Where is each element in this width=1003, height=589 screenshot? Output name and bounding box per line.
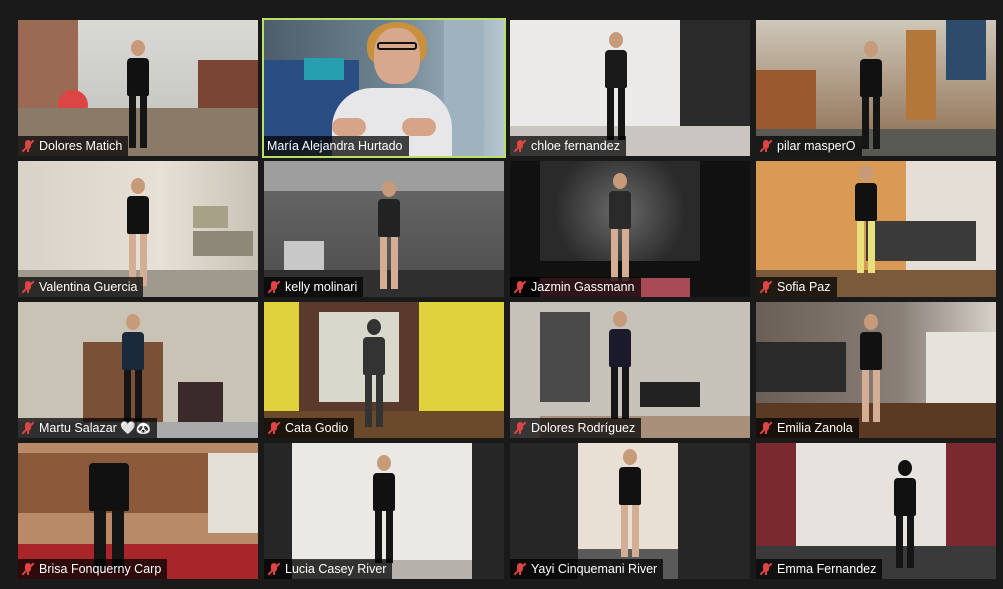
participant-nameplate: María Alejandra Hurtado: [264, 136, 409, 156]
mic-muted-icon: [759, 562, 773, 576]
participant-nameplate: Dolores Rodríguez: [510, 418, 642, 438]
video-tile[interactable]: Emma Fernandez: [756, 443, 996, 579]
mic-muted-icon: [267, 280, 281, 294]
participant-nameplate: Martu Salazar 🤍🐼: [18, 418, 158, 438]
mic-muted-icon: [513, 421, 527, 435]
video-tile[interactable]: pilar masperO: [756, 20, 996, 156]
video-tile[interactable]: Valentina Guercia: [18, 161, 258, 297]
participant-nameplate: Emma Fernandez: [756, 559, 883, 579]
participant-nameplate: Jazmin Gassmann: [510, 277, 641, 297]
participant-nameplate: Brisa Fonquerny Carp: [18, 559, 168, 579]
video-tile[interactable]: Lucia Casey River: [264, 443, 504, 579]
participant-name: Brisa Fonquerny Carp: [39, 562, 162, 576]
participant-name: Yayi Cinquemani River: [531, 562, 658, 576]
participant-name: kelly molinari: [285, 280, 358, 294]
participant-name: Valentina Guercia: [39, 280, 138, 294]
video-tile[interactable]: Sofia Paz: [756, 161, 996, 297]
participant-name: Dolores Matich: [39, 139, 123, 153]
participant-nameplate: Sofia Paz: [756, 277, 837, 297]
mic-muted-icon: [759, 280, 773, 294]
participant-nameplate: Emilia Zanola: [756, 418, 859, 438]
video-tile[interactable]: Yayi Cinquemani River: [510, 443, 750, 579]
video-tile[interactable]: Martu Salazar 🤍🐼: [18, 302, 258, 438]
mic-muted-icon: [759, 139, 773, 153]
video-gallery: Dolores Matich María Alejandra Hurtado c…: [18, 18, 996, 582]
participant-nameplate: Cata Godio: [264, 418, 355, 438]
video-tile-active-speaker[interactable]: María Alejandra Hurtado: [262, 18, 506, 158]
participant-nameplate: chloe fernandez: [510, 136, 626, 156]
participant-name: chloe fernandez: [531, 139, 620, 153]
participant-nameplate: pilar masperO: [756, 136, 862, 156]
video-tile[interactable]: Emilia Zanola: [756, 302, 996, 438]
mic-muted-icon: [513, 139, 527, 153]
mic-muted-icon: [21, 421, 35, 435]
mic-muted-icon: [267, 421, 281, 435]
participant-name: Cata Godio: [285, 421, 349, 435]
mic-muted-icon: [267, 562, 281, 576]
mic-muted-icon: [21, 139, 35, 153]
participant-name: pilar masperO: [777, 139, 856, 153]
mic-muted-icon: [759, 421, 773, 435]
mic-muted-icon: [21, 562, 35, 576]
video-tile[interactable]: Brisa Fonquerny Carp: [18, 443, 258, 579]
video-tile[interactable]: kelly molinari: [264, 161, 504, 297]
mic-muted-icon: [21, 280, 35, 294]
participant-name: Jazmin Gassmann: [531, 280, 635, 294]
participant-nameplate: Yayi Cinquemani River: [510, 559, 664, 579]
video-tile[interactable]: Dolores Matich: [18, 20, 258, 156]
participant-name: María Alejandra Hurtado: [267, 139, 403, 153]
mic-muted-icon: [513, 280, 527, 294]
video-tile[interactable]: Jazmin Gassmann: [510, 161, 750, 297]
participant-name: Emma Fernandez: [777, 562, 877, 576]
mic-muted-icon: [513, 562, 527, 576]
participant-nameplate: Lucia Casey River: [264, 559, 393, 579]
participant-name: Lucia Casey River: [285, 562, 387, 576]
participant-name: Sofia Paz: [777, 280, 831, 294]
participant-name: Dolores Rodríguez: [531, 421, 636, 435]
participant-name: Martu Salazar 🤍🐼: [39, 420, 152, 435]
video-tile[interactable]: chloe fernandez: [510, 20, 750, 156]
video-tile[interactable]: Cata Godio: [264, 302, 504, 438]
participant-nameplate: Dolores Matich: [18, 136, 129, 156]
participant-nameplate: Valentina Guercia: [18, 277, 144, 297]
participant-name: Emilia Zanola: [777, 421, 853, 435]
participant-nameplate: kelly molinari: [264, 277, 364, 297]
video-tile[interactable]: Dolores Rodríguez: [510, 302, 750, 438]
